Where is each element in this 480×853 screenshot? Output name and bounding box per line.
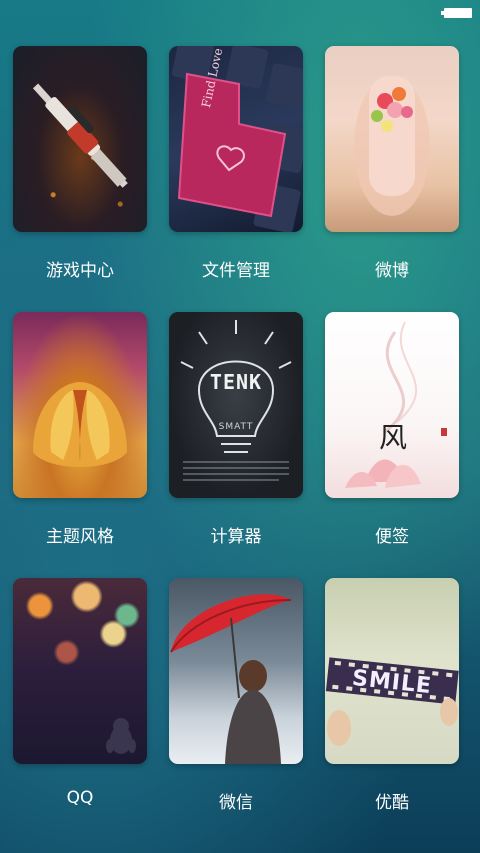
bouquet-figure (354, 76, 430, 216)
penguin-icon (106, 718, 136, 754)
feng-calligraphy: 风 (379, 421, 408, 454)
tulip-artwork (13, 312, 147, 498)
umbrella-girl-artwork (169, 578, 303, 764)
lotus-smoke-drawing (345, 321, 447, 488)
ink-lotus-artwork: 风 (325, 312, 459, 498)
app-label: 文件管理 (202, 261, 270, 281)
app-game-center[interactable]: 游戏中心 (13, 46, 147, 281)
smatt-text: SMATT (218, 422, 254, 432)
app-label: QQ (66, 788, 94, 808)
app-label: 主题风格 (46, 527, 114, 547)
tulip-flower (33, 382, 127, 467)
umbrella-girl-drawing (170, 594, 292, 764)
smile-film-artwork: SMILE (325, 578, 459, 764)
app-qq[interactable]: QQ (13, 578, 147, 808)
keyboard-artwork: Find Love (169, 46, 303, 232)
app-label: 游戏中心 (46, 261, 114, 281)
app-calculator[interactable]: TENK SMATT 计算器 (169, 312, 303, 547)
lightbulb-chalk-artwork: TENK SMATT (169, 312, 303, 498)
app-file-manager[interactable]: Find Love 文件管理 (169, 46, 303, 281)
tenk-text: TENK (209, 370, 263, 394)
rifle-icon (32, 83, 128, 188)
app-label: 计算器 (210, 527, 262, 547)
app-youku[interactable]: SMILE 优酷 (325, 578, 459, 813)
keyboard-keys (171, 46, 303, 232)
app-wechat[interactable]: 微信 (169, 578, 303, 813)
lightbulb-drawing (180, 320, 292, 481)
app-grid: 游戏中心 Find Love 文件管理 微博 主题风格 TENK SMATT 计… (0, 0, 480, 853)
rifle-artwork (13, 46, 147, 232)
app-label: 微博 (375, 261, 409, 281)
bokeh-penguin-artwork (13, 578, 147, 764)
bouquet-artwork (325, 46, 459, 232)
app-label: 便签 (375, 527, 409, 547)
app-notes[interactable]: 风 便签 (325, 312, 459, 547)
app-weibo[interactable]: 微博 (325, 46, 459, 281)
app-theme-style[interactable]: 主题风格 (13, 312, 147, 547)
app-label: 优酷 (375, 793, 409, 813)
app-label: 微信 (219, 793, 253, 813)
